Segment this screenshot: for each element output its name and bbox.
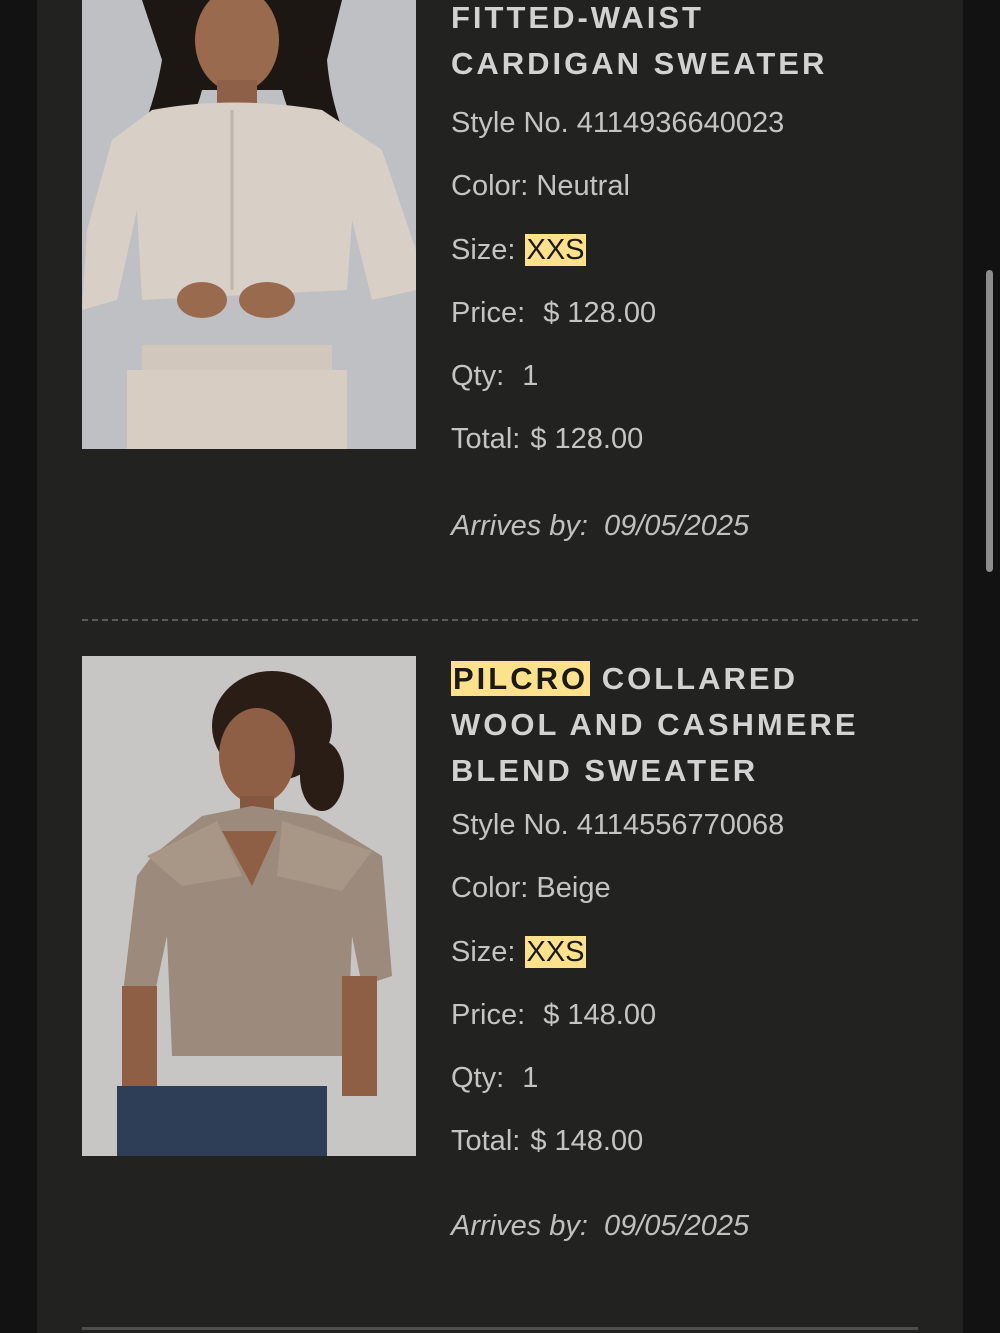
price-label: Price:: [451, 998, 526, 1031]
title-line: FITTED-WAIST: [451, 0, 704, 35]
item-details: PILCRO COLLARED WOOL AND CASHMERE BLEND …: [451, 656, 911, 1243]
color-row: Color: Beige: [451, 857, 911, 920]
title-line: WOOL AND CASHMERE: [451, 707, 859, 742]
color-row: Color: Neutral: [451, 155, 911, 218]
style-label: Style No.: [451, 107, 569, 139]
price-value: $ 148.00: [543, 998, 657, 1031]
section-divider: [82, 1327, 918, 1330]
brand-name: PILCRO: [451, 661, 591, 696]
total-row: Total: $ 128.00: [451, 408, 911, 471]
total-label: Total:: [451, 423, 521, 456]
qty-label: Qty:: [451, 360, 505, 393]
size-value: XXS: [525, 935, 586, 968]
price-row: Price: $ 148.00: [451, 984, 911, 1047]
size-row: Size: XXS: [451, 219, 911, 282]
product-photo-polo-sweater-icon: [82, 656, 416, 1156]
qty-label: Qty:: [451, 1062, 505, 1095]
style-number: Style No. 4114936640023: [451, 92, 911, 155]
title-line: PILCRO COLLARED: [451, 656, 911, 702]
arrival-date: Arrives by: 09/05/2025: [451, 1210, 911, 1243]
color-value: Beige: [536, 872, 611, 905]
arrival-date: Arrives by: 09/05/2025: [451, 510, 911, 543]
order-summary-page: FITTED-WAIST CARDIGAN SWEATER Style No. …: [0, 0, 1000, 1333]
qty-value: 1: [522, 360, 539, 393]
style-value: 4114556770068: [576, 809, 785, 841]
size-row: Size: XXS: [451, 921, 911, 984]
size-label: Size:: [451, 233, 516, 266]
total-value: $ 148.00: [530, 1125, 644, 1158]
title-line: CARDIGAN SWEATER: [451, 46, 828, 81]
price-value: $ 128.00: [543, 296, 657, 329]
total-label: Total:: [451, 1125, 521, 1158]
arrives-value: 09/05/2025: [603, 509, 750, 542]
qty-value: 1: [522, 1062, 539, 1095]
title-text: COLLARED: [601, 661, 798, 696]
scrollbar-thumb[interactable]: [986, 270, 993, 572]
title-line: BLEND SWEATER: [451, 753, 759, 788]
size-value: XXS: [525, 233, 586, 266]
item-details: FITTED-WAIST CARDIGAN SWEATER Style No. …: [451, 0, 911, 543]
style-number: Style No. 4114556770068: [451, 794, 911, 857]
color-value: Neutral: [536, 170, 630, 203]
color-label: Color:: [451, 872, 529, 905]
arrives-label: Arrives by:: [451, 1209, 588, 1242]
style-value: 4114936640023: [576, 107, 785, 139]
order-item: PILCRO COLLARED WOOL AND CASHMERE BLEND …: [82, 656, 922, 1296]
size-label: Size:: [451, 935, 516, 968]
product-image[interactable]: [82, 656, 416, 1156]
qty-row: Qty: 1: [451, 345, 911, 408]
total-value: $ 128.00: [530, 423, 644, 456]
qty-row: Qty: 1: [451, 1047, 911, 1110]
price-row: Price: $ 128.00: [451, 282, 911, 345]
product-photo-cardigan-icon: [82, 0, 416, 449]
price-label: Price:: [451, 296, 526, 329]
product-title[interactable]: PILCRO COLLARED WOOL AND CASHMERE BLEND …: [451, 656, 911, 794]
item-divider: [82, 619, 918, 621]
style-label: Style No.: [451, 809, 569, 841]
total-row: Total: $ 148.00: [451, 1110, 911, 1173]
product-image[interactable]: [82, 0, 416, 449]
arrives-value: 09/05/2025: [603, 1209, 750, 1242]
arrives-label: Arrives by:: [451, 509, 588, 542]
color-label: Color:: [451, 170, 529, 203]
order-item: FITTED-WAIST CARDIGAN SWEATER Style No. …: [82, 0, 922, 600]
product-title[interactable]: FITTED-WAIST CARDIGAN SWEATER: [451, 0, 911, 87]
